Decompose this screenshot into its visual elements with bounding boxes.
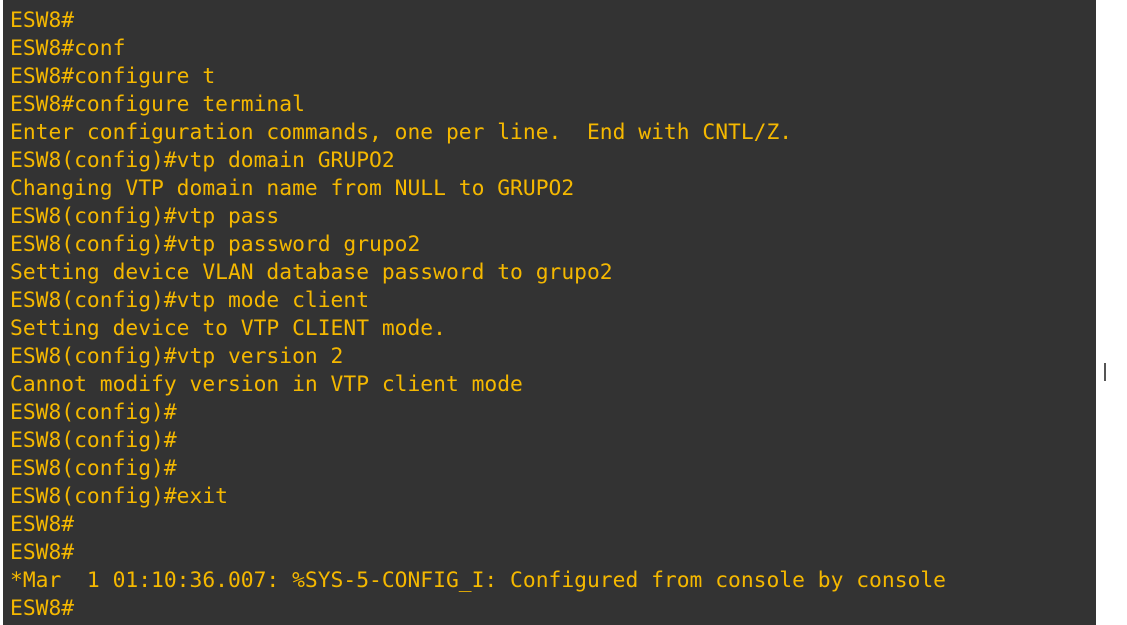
terminal-line: ESW8(config)# — [10, 428, 177, 453]
terminal-line: ESW8(config)#vtp pass — [10, 204, 280, 229]
terminal-output: ESW8# ESW8#conf ESW8#configure t ESW8#co… — [10, 7, 946, 623]
terminal-window: ESW8# ESW8#conf ESW8#configure t ESW8#co… — [0, 0, 1127, 625]
terminal-line: ESW8#configure t — [10, 64, 216, 89]
terminal-line: ESW8# — [10, 8, 75, 33]
terminal-line: ESW8(config)#vtp domain GRUPO2 — [10, 148, 395, 173]
terminal-line: ESW8# — [10, 512, 75, 537]
terminal-console[interactable]: ESW8# ESW8#conf ESW8#configure t ESW8#co… — [3, 0, 1096, 625]
terminal-line: ESW8(config)#exit — [10, 484, 228, 509]
terminal-line: ESW8(config)#vtp password grupo2 — [10, 232, 421, 257]
terminal-line: ESW8#conf — [10, 36, 126, 61]
terminal-line: ESW8#configure terminal — [10, 92, 305, 117]
terminal-line: Changing VTP domain name from NULL to GR… — [10, 176, 575, 201]
scrollbar-track[interactable] — [1096, 0, 1127, 625]
terminal-line: Setting device to VTP CLIENT mode. — [10, 316, 446, 341]
terminal-line: ESW8(config)# — [10, 456, 177, 481]
terminal-line: Cannot modify version in VTP client mode — [10, 372, 523, 397]
terminal-line: Enter configuration commands, one per li… — [10, 120, 793, 145]
terminal-line: ESW8(config)#vtp mode client — [10, 288, 370, 313]
terminal-line: Setting device VLAN database password to… — [10, 260, 613, 285]
terminal-line: ESW8# — [10, 540, 75, 565]
terminal-line: ESW8(config)# — [10, 400, 177, 425]
terminal-line: ESW8(config)#vtp version 2 — [10, 344, 344, 369]
terminal-line: *Mar 1 01:10:36.007: %SYS-5-CONFIG_I: Co… — [10, 568, 946, 593]
scrollbar-grip[interactable] — [1104, 363, 1106, 381]
terminal-prompt-line[interactable]: ESW8# — [10, 595, 946, 623]
